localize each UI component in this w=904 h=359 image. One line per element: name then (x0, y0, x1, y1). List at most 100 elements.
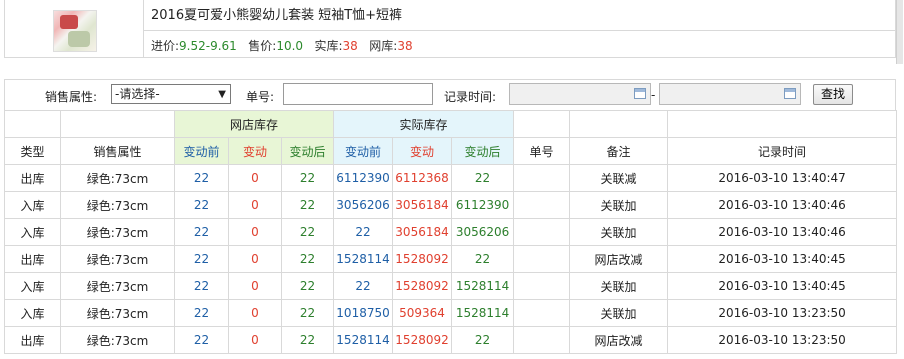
product-thumbnail[interactable] (53, 10, 97, 52)
sales-attr-label: 销售属性: (45, 90, 98, 104)
cell-shop-change: 0 (228, 218, 282, 246)
purchase-price-label: 进价: (151, 39, 180, 53)
cell-real-after: 1528114 (451, 299, 515, 327)
cell-shop-after: 22 (280, 164, 335, 192)
cell-order-no (513, 326, 571, 354)
cell-type: 出库 (4, 245, 61, 273)
cell-shop-before: 22 (174, 245, 229, 273)
cell-type: 出库 (4, 164, 61, 192)
cell-real-change: 3056184 (392, 218, 453, 246)
cell-real-before: 22 (333, 272, 394, 300)
cell-note: 关联加 (569, 272, 669, 300)
cell-note: 网店改减 (569, 326, 669, 354)
cell-shop-after: 22 (280, 272, 335, 300)
scrollbar[interactable] (896, 0, 903, 64)
col-sales-attr: 销售属性 (60, 137, 175, 165)
col-real-change: 变动 (392, 137, 453, 165)
shop-stock-group-header: 网店库存 (173, 110, 335, 138)
cell-shop-after: 22 (280, 218, 335, 246)
cell-note: 网店改减 (569, 245, 669, 273)
cell-shop-change: 0 (228, 272, 282, 300)
cell-shop-after: 22 (280, 299, 335, 327)
cell-real-after: 3056206 (451, 218, 515, 246)
cell-note: 关联减 (569, 164, 669, 192)
calendar-icon[interactable] (634, 88, 646, 99)
cell-shop-after: 22 (280, 191, 335, 219)
order-no-label: 单号: (246, 90, 275, 104)
calendar-icon[interactable] (784, 88, 796, 99)
date-from-input[interactable] (509, 83, 651, 105)
cell-shop-change: 0 (228, 326, 282, 354)
cell-shop-change: 0 (228, 191, 282, 219)
cell-real-change: 1528092 (392, 245, 453, 273)
col-real-after: 变动后 (451, 137, 515, 165)
table-row: 出库 绿色:73cm 22 0 22 1528114 1528092 22 网店改减 2016-0… (4, 326, 898, 354)
table-row: 入库 绿色:73cm 22 0 22 22 3056184 3056206 关联加 2016-03… (4, 218, 898, 246)
header-blank (513, 110, 571, 138)
cell-shop-before: 22 (174, 326, 229, 354)
cell-type: 入库 (4, 272, 61, 300)
cell-real-after: 1528114 (451, 272, 515, 300)
table-row: 入库 绿色:73cm 22 0 22 3056206 3056184 6112390 关联加 20… (4, 191, 898, 219)
cell-order-no (513, 272, 571, 300)
real-stock-value: 38 (342, 39, 358, 53)
order-no-input[interactable] (283, 83, 433, 105)
cell-shop-before: 22 (174, 299, 229, 327)
col-note: 备注 (569, 137, 669, 165)
stock-log-table: 网店库存 实际库存 类型 销售属性 变动前 变动 变动后 变动前 变动 变动后 … (4, 110, 898, 354)
cell-sales-attr: 绿色:73cm (60, 218, 175, 246)
cell-sales-attr: 绿色:73cm (60, 164, 175, 192)
cell-order-no (513, 191, 571, 219)
cell-shop-after: 22 (280, 245, 335, 273)
cell-order-no (513, 245, 571, 273)
cell-note: 关联加 (569, 299, 669, 327)
filter-bar: 销售属性: -请选择- ▼ 单号: 记录时间: - 查找 (4, 79, 896, 110)
cell-shop-before: 22 (174, 272, 229, 300)
cell-sales-attr: 绿色:73cm (60, 245, 175, 273)
cell-type: 入库 (4, 299, 61, 327)
cell-record-time: 2016-03-10 13:40:46 (667, 191, 898, 219)
product-title: 2016夏可爱小熊婴幼儿套装 短袖T恤+短裤 (143, 0, 895, 31)
cell-real-before: 22 (333, 218, 394, 246)
cell-record-time: 2016-03-10 13:40:45 (667, 245, 898, 273)
product-info-panel: 2016夏可爱小熊婴幼儿套装 短袖T恤+短裤 进价:9.52-9.61 售价:1… (4, 0, 896, 58)
header-blank (60, 110, 175, 138)
purchase-price-value: 9.52-9.61 (179, 39, 237, 53)
real-stock-group-header: 实际库存 (333, 110, 515, 138)
real-stock-label: 实库: (314, 39, 343, 53)
cell-real-before: 6112390 (333, 164, 394, 192)
cell-type: 入库 (4, 191, 61, 219)
cell-sales-attr: 绿色:73cm (60, 272, 175, 300)
cell-order-no (513, 299, 571, 327)
search-button[interactable]: 查找 (813, 84, 853, 105)
cell-real-before: 1018750 (333, 299, 394, 327)
table-row: 出库 绿色:73cm 22 0 22 1528114 1528092 22 网店改减 2016-0… (4, 245, 898, 273)
table-row: 入库 绿色:73cm 22 0 22 22 1528092 1528114 关联加 2016-03… (4, 272, 898, 300)
sale-price-value: 10.0 (276, 39, 304, 53)
col-real-before: 变动前 (333, 137, 394, 165)
cell-record-time: 2016-03-10 13:40:46 (667, 218, 898, 246)
header-blank (4, 110, 61, 138)
cell-shop-before: 22 (174, 164, 229, 192)
date-to-input[interactable] (659, 83, 801, 105)
cell-real-after: 22 (451, 326, 515, 354)
cell-real-after: 22 (451, 164, 515, 192)
header-blank (667, 110, 898, 138)
cell-shop-before: 22 (174, 191, 229, 219)
table-row: 出库 绿色:73cm 22 0 22 6112390 6112368 22 关联减 2016-03… (4, 164, 898, 192)
sale-price-label: 售价: (248, 39, 277, 53)
cell-shop-change: 0 (228, 299, 282, 327)
product-price-row: 进价:9.52-9.61 售价:10.0 实库:38 网库:38 (151, 36, 413, 56)
dropdown-arrow-icon: ▼ (218, 89, 226, 100)
cell-shop-before: 22 (174, 218, 229, 246)
cell-real-change: 6112368 (392, 164, 453, 192)
col-shop-change: 变动 (228, 137, 282, 165)
cell-record-time: 2016-03-10 13:40:47 (667, 164, 898, 192)
sales-attr-select[interactable]: -请选择- ▼ (111, 84, 231, 104)
header-blank (569, 110, 669, 138)
product-thumbnail-cell (5, 0, 144, 57)
table-row: 入库 绿色:73cm 22 0 22 1018750 509364 1528114 关联加 201… (4, 299, 898, 327)
table-body: 出库 绿色:73cm 22 0 22 6112390 6112368 22 关联减 2016-03… (4, 164, 898, 354)
cell-real-before: 1528114 (333, 326, 394, 354)
cell-record-time: 2016-03-10 13:23:50 (667, 326, 898, 354)
